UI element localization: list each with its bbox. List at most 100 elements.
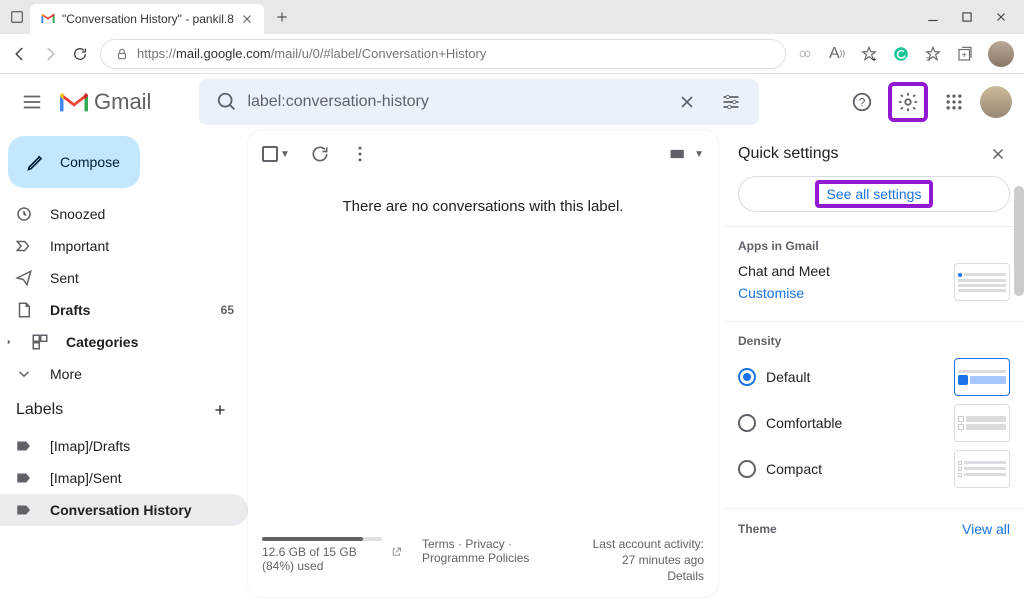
- details-link[interactable]: Details: [593, 569, 704, 583]
- apps-section-title: Apps in Gmail: [738, 239, 1010, 253]
- url-path: /mail/u/0/#label/Conversation+History: [271, 46, 487, 61]
- mail-footer: 12.6 GB of 15 GB (84%) used Terms · Priv…: [248, 525, 718, 597]
- input-tool-icon[interactable]: [668, 144, 688, 164]
- compose-label: Compose: [60, 154, 120, 170]
- search-options-icon[interactable]: [711, 82, 751, 122]
- chevron-right-icon: [4, 332, 14, 352]
- radio-icon: [738, 460, 756, 478]
- search-input[interactable]: [247, 93, 667, 111]
- gmail-logo[interactable]: Gmail: [60, 89, 151, 115]
- density-option-comfortable[interactable]: Comfortable: [738, 404, 1010, 442]
- support-button[interactable]: ?: [842, 82, 882, 122]
- create-label-button[interactable]: [208, 398, 232, 422]
- favorites-list-icon[interactable]: [924, 45, 942, 63]
- file-icon: [14, 300, 34, 320]
- favorite-icon[interactable]: +: [860, 45, 878, 63]
- sidebar-label: More: [50, 366, 82, 382]
- see-all-label: See all settings: [815, 180, 934, 208]
- account-avatar[interactable]: [980, 86, 1012, 118]
- density-section-title: Density: [738, 334, 1010, 348]
- clear-search-icon[interactable]: [667, 82, 707, 122]
- extension-icon[interactable]: [796, 45, 814, 63]
- mail-toolbar: ▼ ▼: [248, 130, 718, 178]
- select-all-checkbox[interactable]: ▼: [262, 146, 290, 162]
- collections-icon[interactable]: [956, 45, 974, 63]
- sidebar-item-categories[interactable]: Categories: [0, 326, 248, 358]
- density-preview-icon: [954, 358, 1010, 396]
- url-prefix: https://: [137, 46, 176, 61]
- label-text: Conversation History: [50, 502, 192, 518]
- refresh-button[interactable]: [310, 144, 330, 164]
- caret-down-icon[interactable]: ▼: [280, 149, 290, 160]
- browser-tab-bar: "Conversation History" - pankil.8: [0, 0, 1024, 34]
- pencil-icon: [26, 152, 46, 172]
- more-button[interactable]: [350, 144, 370, 164]
- label-icon: [14, 500, 34, 520]
- grammarly-icon[interactable]: [892, 45, 910, 63]
- main-menu-button[interactable]: [12, 82, 52, 122]
- theme-view-all-link[interactable]: View all: [962, 521, 1010, 537]
- terms-link[interactable]: Terms: [422, 537, 455, 551]
- label-icon: [14, 436, 34, 456]
- see-all-settings-button[interactable]: See all settings: [738, 176, 1010, 212]
- mail-main-pane: ▼ ▼ There are no conversations with this…: [248, 130, 718, 597]
- density-preview-icon: [954, 404, 1010, 442]
- svg-text:+: +: [872, 54, 877, 63]
- maximize-icon[interactable]: [960, 10, 974, 24]
- label-imap-sent[interactable]: [Imap]/Sent: [0, 462, 248, 494]
- search-bar: [199, 79, 759, 125]
- sidebar-item-snoozed[interactable]: Snoozed: [0, 198, 248, 230]
- chat-meet-label: Chat and Meet: [738, 263, 830, 279]
- address-bar[interactable]: https://mail.google.com/mail/u/0/#label/…: [100, 39, 786, 69]
- storage-text: 12.6 GB of 15 GB (84%) used: [262, 545, 385, 573]
- new-tab-button[interactable]: [268, 3, 296, 31]
- sidebar-label: Drafts: [50, 302, 90, 318]
- label-text: [Imap]/Sent: [50, 470, 122, 486]
- tab-overview-icon[interactable]: [8, 8, 26, 26]
- density-option-default[interactable]: Default: [738, 358, 1010, 396]
- popout-icon[interactable]: [391, 545, 402, 559]
- browser-profile-avatar[interactable]: [988, 41, 1014, 67]
- storage-bar: [262, 537, 382, 541]
- back-button[interactable]: [10, 44, 30, 64]
- compose-button[interactable]: Compose: [8, 136, 140, 188]
- activity-text2: 27 minutes ago: [593, 553, 704, 567]
- gmail-favicon-icon: [40, 11, 56, 27]
- label-imap-drafts[interactable]: [Imap]/Drafts: [0, 430, 248, 462]
- close-window-icon[interactable]: [994, 10, 1008, 24]
- minimize-icon[interactable]: [926, 10, 940, 24]
- density-label: Comfortable: [766, 415, 842, 431]
- sidebar-label: Snoozed: [50, 206, 105, 222]
- reload-button[interactable]: [70, 44, 90, 64]
- sidebar-item-drafts[interactable]: Drafts 65: [0, 294, 248, 326]
- important-icon: [14, 236, 34, 256]
- sidebar-item-more[interactable]: More: [0, 358, 248, 390]
- label-icon: [14, 468, 34, 488]
- sidebar-item-important[interactable]: Important: [0, 230, 248, 262]
- checkbox-icon: [262, 146, 278, 162]
- programme-link[interactable]: Programme Policies: [422, 551, 529, 565]
- label-conversation-history[interactable]: Conversation History: [0, 494, 248, 526]
- customise-link[interactable]: Customise: [738, 285, 830, 301]
- close-quick-settings-button[interactable]: [986, 142, 1010, 166]
- search-icon[interactable]: [207, 91, 247, 113]
- tab-title: "Conversation History" - pankil.8: [62, 12, 234, 26]
- settings-button[interactable]: [888, 82, 928, 122]
- density-option-compact[interactable]: Compact: [738, 450, 1010, 488]
- apps-button[interactable]: [934, 82, 974, 122]
- label-text: [Imap]/Drafts: [50, 438, 130, 454]
- window-controls: [926, 10, 1016, 24]
- apps-preview-icon: [954, 263, 1010, 301]
- density-label: Compact: [766, 461, 822, 477]
- clock-icon: [14, 204, 34, 224]
- read-aloud-icon[interactable]: A)): [828, 45, 846, 63]
- sidebar-item-sent[interactable]: Sent: [0, 262, 248, 294]
- browser-tab[interactable]: "Conversation History" - pankil.8: [30, 4, 264, 34]
- tab-close-icon[interactable]: [240, 12, 254, 26]
- sidebar-label: Sent: [50, 270, 79, 286]
- svg-text:?: ?: [859, 96, 866, 110]
- caret-down-icon[interactable]: ▼: [694, 149, 704, 160]
- categories-icon: [30, 332, 50, 352]
- privacy-link[interactable]: Privacy: [465, 537, 504, 551]
- scrollbar[interactable]: [1014, 186, 1024, 296]
